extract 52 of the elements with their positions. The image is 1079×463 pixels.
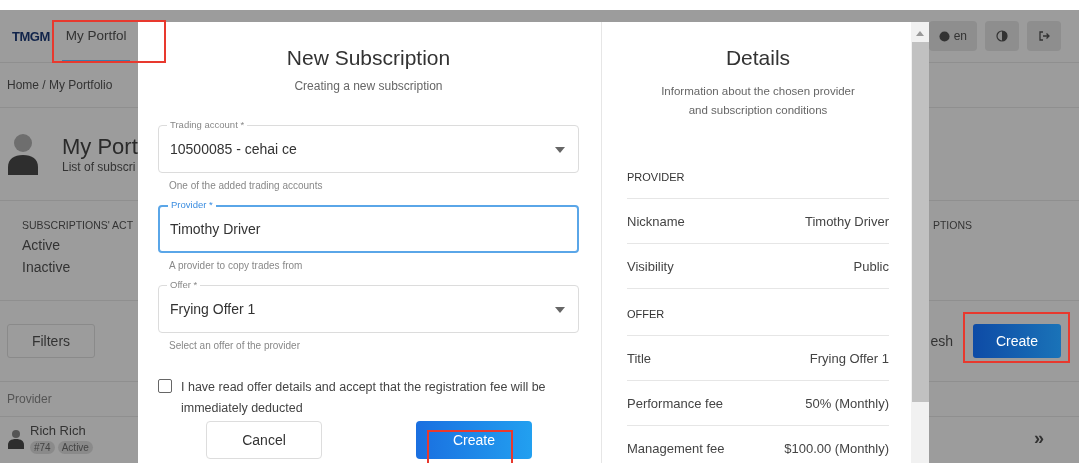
stat-label: Active <box>22 237 62 253</box>
dialog-subtitle: Creating a new subscription <box>294 79 443 93</box>
language-button[interactable]: en <box>928 21 977 51</box>
user-icon <box>8 428 24 449</box>
detail-label: Performance fee <box>627 395 724 411</box>
section-heading: PTIONS <box>932 219 972 233</box>
detail-label: Visibility <box>627 258 674 274</box>
scrollbar[interactable] <box>911 22 929 463</box>
logo: TMGM <box>12 28 50 44</box>
page-subtitle: List of subscri <box>62 160 137 174</box>
contrast-icon <box>996 30 1008 42</box>
detail-label: Title <box>627 350 652 366</box>
tag: Active <box>57 441 93 454</box>
create-button[interactable]: Create <box>416 421 532 459</box>
refresh-button[interactable]: esh <box>930 333 953 349</box>
field-hint: Select an offer of the provider <box>169 340 301 351</box>
detail-label: Management fee <box>627 440 725 456</box>
detail-value: 50% (Monthly) <box>805 395 889 411</box>
filters-button[interactable]: Filters <box>7 324 95 358</box>
detail-label: Nickname <box>627 213 685 229</box>
section-heading: SUBSCRIPTIONS' ACT <box>22 219 134 231</box>
cancel-button[interactable]: Cancel <box>206 421 322 459</box>
create-button[interactable]: Create <box>973 324 1061 358</box>
page-title: My Port <box>62 134 138 160</box>
consent-text: I have read offer details and accept that the registration fee will be immediately deducted <box>181 379 547 417</box>
user-avatar-icon <box>8 133 38 175</box>
scroll-up-icon <box>916 31 924 36</box>
details-description: Information about the chosen provider and subscription conditions <box>660 84 856 118</box>
theme-button[interactable] <box>985 21 1019 51</box>
tag: #74 <box>30 441 55 454</box>
caret-icon <box>555 307 565 313</box>
detail-value: $100.00 (Monthly) <box>784 440 889 456</box>
logout-button[interactable] <box>1027 21 1061 51</box>
column-header: Provider <box>7 392 52 406</box>
nav-tab[interactable]: My Portfol <box>61 10 131 62</box>
field-hint: One of the added trading accounts <box>169 180 324 191</box>
field-hint: A provider to copy trades from <box>169 260 304 271</box>
checkbox[interactable] <box>158 379 172 393</box>
expand-button[interactable]: » <box>1034 428 1044 449</box>
breadcrumb: Home / My Portfolio <box>7 78 113 92</box>
provider-name: Rich Rich <box>30 423 87 438</box>
globe-icon <box>938 30 950 42</box>
section-heading: OFFER <box>627 289 889 336</box>
dialog-title: New Subscription <box>286 46 451 70</box>
detail-value: Timothy Driver <box>804 213 889 229</box>
stat-label: Inactive <box>22 259 72 275</box>
details-title: Details <box>725 46 791 70</box>
detail-value: Public <box>853 258 889 274</box>
logout-icon <box>1038 30 1050 42</box>
section-heading: PROVIDER <box>627 156 889 199</box>
detail-value: Frying Offer 1 <box>809 350 889 366</box>
caret-icon <box>555 147 565 153</box>
